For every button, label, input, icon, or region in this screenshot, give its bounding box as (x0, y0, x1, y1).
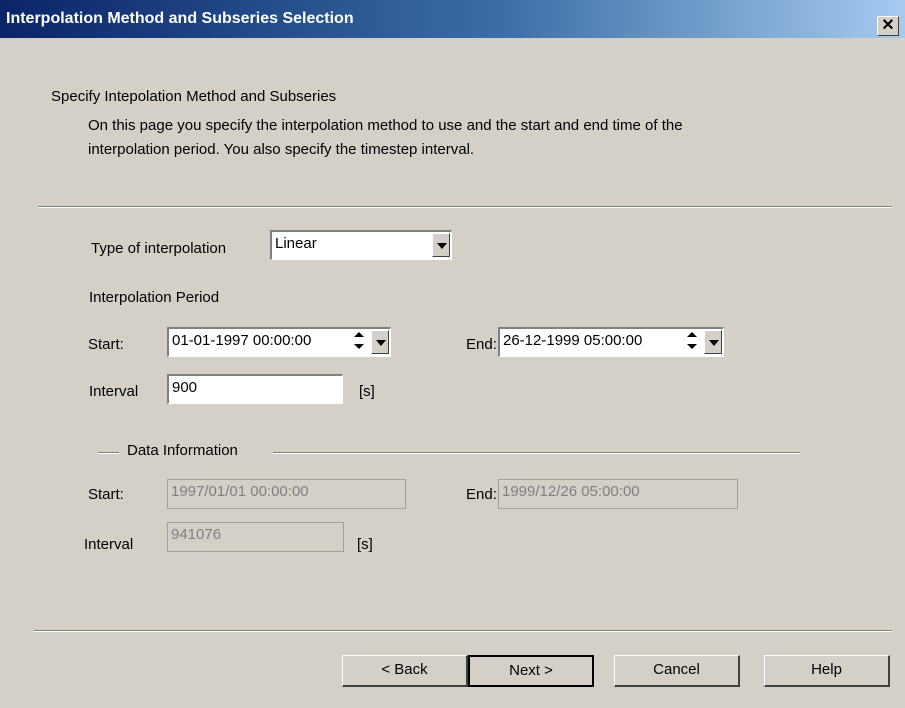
chevron-down-icon (437, 243, 447, 249)
data-info-divider-right (273, 452, 800, 454)
interpolation-type-label: Type of interpolation (91, 240, 227, 257)
header-divider (38, 206, 892, 208)
end-spinner[interactable] (683, 330, 703, 354)
spin-up-icon (354, 332, 364, 337)
back-button[interactable]: < Back (342, 655, 468, 687)
interpolation-type-dropdown-button[interactable] (432, 233, 450, 257)
spin-down-icon (687, 344, 697, 349)
data-info-group-label: Data Information (127, 442, 238, 459)
data-start-field: 1997/01/01 00:00:00 (167, 479, 406, 509)
data-end-field: 1999/12/26 05:00:00 (498, 479, 738, 509)
end-calendar-dropdown-button[interactable] (704, 330, 722, 354)
interval-value[interactable]: 900 (172, 379, 197, 396)
end-datetime-picker[interactable]: 26-12-1999 05:00:00 (498, 327, 724, 357)
page-description-line1: On this page you specify the interpolati… (88, 117, 683, 134)
next-button[interactable]: Next > (468, 655, 594, 687)
chevron-down-icon (376, 340, 386, 346)
start-calendar-dropdown-button[interactable] (371, 330, 389, 354)
data-start-label: Start: (88, 486, 124, 503)
window-title: Interpolation Method and Subseries Selec… (6, 10, 354, 27)
end-label: End: (466, 336, 497, 353)
spin-up-icon (687, 332, 697, 337)
start-datetime-value[interactable]: 01-01-1997 00:00:00 (172, 332, 311, 349)
interval-unit: [s] (359, 383, 375, 400)
page-heading: Specify Intepolation Method and Subserie… (51, 88, 337, 105)
start-spinner[interactable] (350, 330, 370, 354)
page-description-line2: interpolation period. You also specify t… (88, 141, 475, 158)
data-start-value: 1997/01/01 00:00:00 (171, 483, 309, 500)
help-button[interactable]: Help (764, 655, 890, 687)
chevron-down-icon (709, 340, 719, 346)
interpolation-type-value: Linear (275, 235, 317, 252)
interval-input[interactable]: 900 (167, 374, 343, 404)
data-interval-field: 941076 (167, 522, 344, 552)
data-end-value: 1999/12/26 05:00:00 (502, 483, 640, 500)
close-icon: ✕ (881, 17, 895, 34)
interval-label: Interval (89, 383, 139, 400)
data-info-divider-left (98, 452, 119, 454)
cancel-button[interactable]: Cancel (614, 655, 740, 687)
interpolation-type-select[interactable]: Linear (270, 230, 452, 260)
start-label: Start: (88, 336, 124, 353)
spin-down-icon (354, 344, 364, 349)
data-end-label: End: (466, 486, 497, 503)
end-datetime-value[interactable]: 26-12-1999 05:00:00 (503, 332, 642, 349)
data-interval-label: Interval (84, 536, 134, 553)
title-bar: Interpolation Method and Subseries Selec… (0, 0, 905, 38)
interpolation-period-label: Interpolation Period (89, 289, 220, 306)
data-interval-unit: [s] (357, 536, 373, 553)
data-interval-value: 941076 (171, 526, 222, 543)
footer-divider (34, 630, 892, 632)
start-datetime-picker[interactable]: 01-01-1997 00:00:00 (167, 327, 391, 357)
close-button[interactable]: ✕ (877, 16, 899, 36)
